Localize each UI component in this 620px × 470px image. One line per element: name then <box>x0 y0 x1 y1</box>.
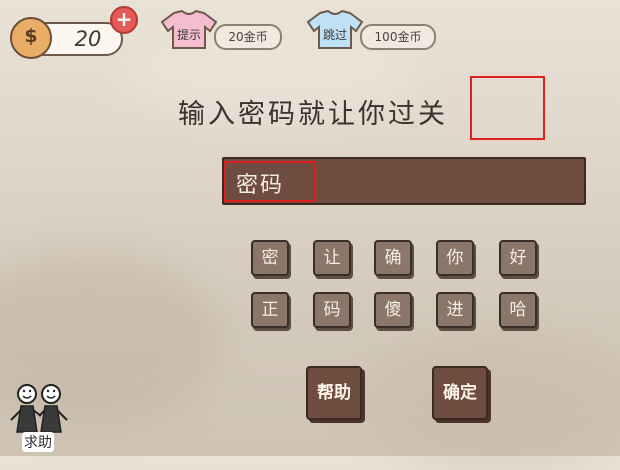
level-title: 输入密码就让你过关 <box>178 99 448 130</box>
char-tile[interactable]: 密 <box>251 240 289 276</box>
hint-cost: 20金币 <box>214 24 282 50</box>
char-tile-label: 你 <box>446 248 464 268</box>
char-tile[interactable]: 确 <box>374 240 412 276</box>
coin-value: 20 <box>74 27 102 51</box>
char-tile-label: 哈 <box>509 300 527 320</box>
char-tile[interactable]: 你 <box>436 240 474 276</box>
skip-label: 跳过 <box>322 28 347 42</box>
char-tile-label: 确 <box>384 248 402 268</box>
help-button[interactable]: 帮助 <box>306 366 362 420</box>
highlight-box-title <box>470 76 545 140</box>
char-tile-label: 码 <box>323 300 341 320</box>
char-tile-label: 进 <box>446 300 464 320</box>
coin-counter: $ 20 <box>7 12 123 59</box>
char-tile-label: 正 <box>261 300 279 320</box>
money-bag-icon: $ <box>10 17 52 59</box>
add-coins-button[interactable]: + <box>110 6 138 34</box>
skip-button[interactable]: 跳过 <box>306 10 364 50</box>
skip-cost: 100金币 <box>360 24 436 50</box>
hint-label: 提示 <box>176 28 201 42</box>
confirm-button-label: 确定 <box>443 383 477 403</box>
char-tile-label: 好 <box>509 248 527 268</box>
char-tile[interactable]: 码 <box>313 292 351 328</box>
ask-help-label[interactable]: 求助 <box>22 432 54 452</box>
char-tile-label: 密 <box>261 248 279 268</box>
hint-button[interactable]: 提示 <box>160 10 218 50</box>
char-tile[interactable]: 好 <box>499 240 537 276</box>
char-tile-label: 傻 <box>384 300 402 320</box>
confirm-button[interactable]: 确定 <box>432 366 488 420</box>
char-tile-label: 让 <box>323 248 341 268</box>
char-tile[interactable]: 傻 <box>374 292 412 328</box>
char-tile[interactable]: 正 <box>251 292 289 328</box>
char-tile[interactable]: 哈 <box>499 292 537 328</box>
char-tile[interactable]: 让 <box>313 240 351 276</box>
char-tile[interactable]: 进 <box>436 292 474 328</box>
help-button-label: 帮助 <box>317 383 351 403</box>
highlight-box-password <box>224 161 316 202</box>
